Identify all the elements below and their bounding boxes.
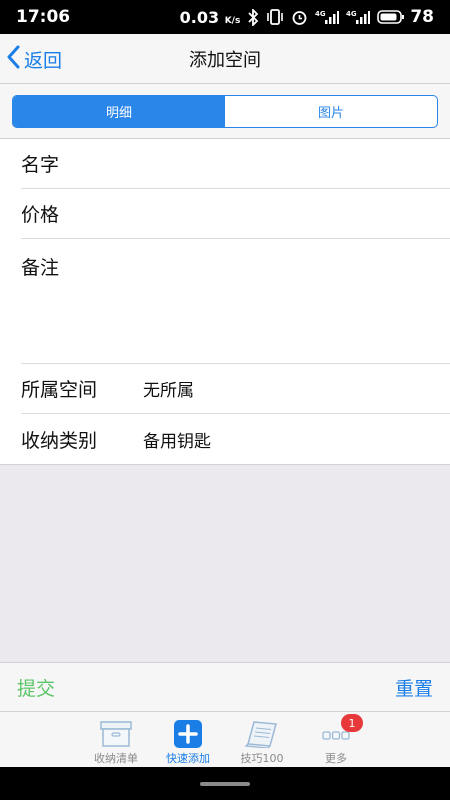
reset-button[interactable]: 重置 (395, 674, 433, 701)
space-label: 所属空间 (21, 379, 98, 401)
book-icon (244, 719, 280, 749)
plus-icon (173, 719, 203, 749)
category-label: 收纳类别 (21, 429, 98, 452)
tab-label: 收纳清单 (94, 752, 138, 765)
space-value: 无所属 (143, 381, 194, 401)
tab-quick-add[interactable]: 快速添加 (150, 712, 226, 768)
price-field[interactable]: 价格 (21, 189, 450, 239)
segmented-control: 明细 图片 (12, 95, 438, 128)
battery-level: 78 (410, 7, 434, 27)
tab-label: 更多 (325, 752, 347, 765)
category-value: 备用钥匙 (143, 431, 211, 452)
navigation-bar: 返回 添加空间 (0, 34, 450, 84)
space-selector[interactable]: 所属空间 无所属 (21, 364, 450, 414)
battery: 78 (377, 7, 434, 27)
tab-details[interactable]: 明细 (13, 96, 225, 127)
segment-bar: 明细 图片 (0, 84, 450, 139)
page-title: 添加空间 (189, 49, 261, 71)
tab-label: 快速添加 (166, 752, 210, 765)
signal-4g-icon: 4G (315, 9, 340, 25)
notes-label: 备注 (21, 257, 60, 279)
bluetooth-icon (247, 8, 259, 26)
category-selector[interactable]: 收纳类别 备用钥匙 (21, 414, 450, 464)
status-bar: 17:06 0.03 K/s 4G 4G 78 (0, 0, 450, 34)
back-button[interactable]: 返回 (6, 34, 62, 84)
tab-storage-list[interactable]: 收纳清单 (78, 712, 154, 768)
tab-bar: 收纳清单 快速添加 技巧100 1 更多 (0, 711, 450, 767)
signal-4g-icon-2: 4G (346, 9, 371, 25)
notes-field[interactable]: 备注 (21, 239, 450, 364)
back-label: 返回 (24, 49, 63, 72)
submit-button[interactable]: 提交 (17, 674, 55, 701)
box-icon (99, 719, 133, 749)
system-nav-bar (0, 767, 450, 800)
price-label: 价格 (21, 204, 60, 226)
item-form: 名字 价格 备注 所属空间 无所属 收纳类别 备用钥匙 (0, 139, 450, 465)
action-bar: 提交 重置 (0, 662, 450, 711)
chevron-left-icon (6, 45, 20, 74)
status-time: 17:06 (16, 7, 71, 27)
vibrate-icon (266, 9, 284, 25)
home-indicator[interactable] (200, 782, 250, 786)
tab-more[interactable]: 1 更多 (298, 712, 374, 768)
alarm-icon (291, 9, 308, 26)
tab-images[interactable]: 图片 (225, 96, 437, 127)
more-icon: 1 (321, 714, 363, 749)
svg-text:4G: 4G (346, 10, 357, 18)
status-icons: 0.03 K/s 4G 4G 78 (180, 7, 434, 27)
network-speed: 0.03 K/s (179, 7, 241, 27)
tab-label: 技巧100 (240, 752, 284, 765)
name-label: 名字 (21, 154, 60, 176)
svg-text:4G: 4G (315, 10, 326, 18)
name-field[interactable]: 名字 (21, 139, 450, 189)
notification-badge: 1 (341, 714, 363, 732)
tab-tips[interactable]: 技巧100 (224, 712, 300, 768)
battery-icon (377, 10, 405, 24)
